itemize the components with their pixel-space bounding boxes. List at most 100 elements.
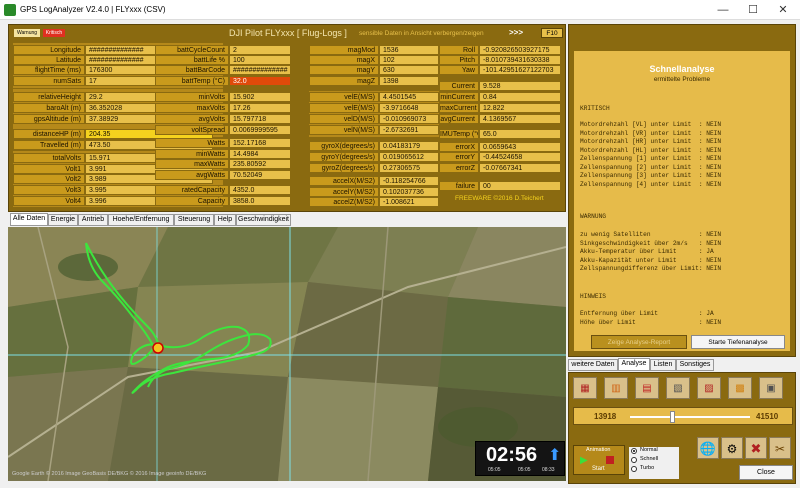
tool-export-icon[interactable]: ▨	[697, 377, 721, 399]
field-label: IMUTemp (°C)	[439, 129, 479, 139]
col3-row: gyroZ(degrees/s) 0.27306575	[309, 163, 439, 173]
field-label: maxWatts	[155, 159, 229, 169]
field-value: 00	[479, 181, 561, 191]
field-label: baroAlt (m)	[13, 103, 85, 113]
col3-row: accelY(M/S2) 0.102037736	[309, 187, 439, 197]
tab-help[interactable]: Help	[214, 214, 236, 226]
tab-analyse[interactable]: Analyse	[618, 358, 650, 371]
field-value: 3858.0	[229, 196, 291, 206]
col4-row: maxCurrent 12.822	[439, 103, 561, 113]
privacy-toggle-hint[interactable]: sensible Daten in Ansicht verbergen/zeig…	[359, 30, 484, 37]
col4-row: Yaw -101.42951627122703	[439, 65, 561, 75]
field-value: -0.44524658	[479, 152, 561, 162]
flight-data-panel: Warnung Kritisch DJI Pilot FLYxxx [ Flug…	[8, 24, 566, 212]
slider-min: 13918	[594, 412, 617, 421]
expand-arrows[interactable]: >>>	[509, 28, 523, 37]
window-title: GPS LogAnalyzer V2.4.0 | FLYxxx (CSV)	[20, 5, 166, 14]
deep-analysis-button[interactable]: Starte Tiefenanalyse	[691, 335, 785, 349]
kritisch-list: Motordrehzahl [VL] unter Limit : NEIN Mot…	[580, 121, 721, 189]
tab-energie[interactable]: Energie	[48, 214, 78, 226]
field-value: 15.797718	[229, 114, 291, 124]
field-label: velD(M/S)	[309, 114, 379, 124]
field-value: -0.010969073	[379, 114, 439, 124]
field-label: minCurrent	[439, 92, 479, 102]
field-label: velE(M/S)	[309, 92, 379, 102]
kritisch-heading: KRITISCH	[580, 105, 610, 112]
panel-title: DJI Pilot FLYxxx [ Flug-Logs ]	[229, 28, 347, 38]
close-window-button[interactable]: ✕	[768, 0, 798, 20]
col3-row: velD(M/S) -0.010969073	[309, 114, 439, 124]
tab-hoehe-entfernung[interactable]: Hoehe/Entfernung	[108, 214, 174, 226]
field-value: 0.0659643	[479, 142, 561, 152]
speed-normal-label: Normal	[640, 447, 658, 453]
tab-alle-daten[interactable]: Alle Daten	[10, 213, 48, 226]
field-label: accelY(M/S2)	[309, 187, 379, 197]
field-label: avgWatts	[155, 170, 229, 180]
tool-kamera-icon[interactable]: ▤	[635, 377, 659, 399]
field-value: -101.42951627122703	[479, 65, 561, 75]
field-label: Volt3	[13, 185, 85, 195]
tool-akkus-icon[interactable]: ▩	[728, 377, 752, 399]
col4-row: Roll -0.920826503927175	[439, 45, 561, 55]
field-label: Current	[439, 81, 479, 91]
analysis-item: Höhe über Limit : NEIN	[580, 318, 722, 326]
delete-icon[interactable]: ✖	[745, 437, 767, 459]
animation-box: Animation ▶ Start	[573, 445, 625, 475]
show-report-button[interactable]: Zeige Analyse-Report	[591, 335, 687, 349]
tool-gimbal-icon[interactable]: ▣	[759, 377, 783, 399]
tab-sonstiges[interactable]: Sonstiges	[676, 359, 714, 371]
col2-row: battCycleCount 2	[155, 45, 291, 55]
field-label: magY	[309, 65, 379, 75]
field-value: -3.9716648	[379, 103, 439, 113]
col3-row: velE(M/S) -3.9716648	[309, 103, 439, 113]
field-value: 0.84	[479, 92, 561, 102]
time-start: 05:05	[488, 467, 501, 473]
field-value: 4.4501545	[379, 92, 439, 102]
field-label: maxVolts	[155, 103, 229, 113]
field-label: Volt1	[13, 164, 85, 174]
globe-icon[interactable]: 🌐	[697, 437, 719, 459]
field-label: Longitude	[13, 45, 85, 55]
field-value: ##############	[229, 65, 291, 75]
minimize-button[interactable]: —	[708, 0, 738, 20]
animation-start[interactable]: Start	[592, 466, 605, 472]
maximize-button[interactable]: ☐	[738, 0, 768, 20]
sync-icon[interactable]: ⬆	[548, 445, 561, 465]
field-value: 2	[229, 45, 291, 55]
tool-einstellungen-icon[interactable]: ▦	[573, 377, 597, 399]
field-label: Travelled (m)	[13, 140, 85, 150]
hinweis-list: Entfernung über Limit : JA Höhe über Limi…	[580, 310, 721, 327]
analysis-item: Motordrehzahl [VL] unter Limit : NEIN	[580, 121, 722, 128]
slider-thumb[interactable]	[669, 411, 675, 423]
tool-icons: ▦ ▥ ▤ ▧ ▨ ▩ ▣	[573, 377, 793, 403]
settings-icon[interactable]: ⚙	[721, 437, 743, 459]
col4-row: errorZ -0.07667341	[439, 163, 561, 173]
field-label: Volt2	[13, 174, 85, 184]
range-slider[interactable]: 13918 41510	[573, 407, 793, 425]
field-value: 65.0	[479, 129, 561, 139]
tab-antrieb[interactable]: Antrieb	[78, 214, 108, 226]
play-icon[interactable]: ▶	[580, 455, 588, 466]
col2-row: voltSpread 0.0069999595	[155, 125, 291, 135]
field-value: -1.008621	[379, 197, 439, 207]
tool-bericht-icon[interactable]: ▧	[666, 377, 690, 399]
tool-speichern-icon[interactable]: ▥	[604, 377, 628, 399]
field-label: Yaw	[439, 65, 479, 75]
tools-icon[interactable]: ✂	[769, 437, 791, 459]
satellite-map[interactable]: Google Earth © 2016 Image GeoBasis DE/BK…	[8, 227, 566, 481]
f10-button[interactable]: F10	[541, 28, 563, 38]
col3-row: gyroX(degrees/s) 0.04183179	[309, 141, 439, 151]
analysis-item: Akku-Kapazität unter Limit : NEIN	[580, 256, 722, 264]
stop-icon[interactable]	[606, 456, 614, 464]
close-button[interactable]: Close	[739, 465, 793, 480]
field-label: numSats	[13, 76, 85, 86]
tab-listen[interactable]: Listen	[650, 359, 676, 371]
tab-steuerung[interactable]: Steuerung	[174, 214, 214, 226]
tab-geschwindigkeit[interactable]: Geschwindigkeit	[236, 214, 291, 226]
tab-weitere-daten[interactable]: weitere Daten	[568, 359, 618, 371]
col2-row: maxWatts 235.80592	[155, 159, 291, 169]
freeware-note: FREEWARE ©2016 D.Teichert	[455, 195, 544, 202]
field-value: -2.6732691	[379, 125, 439, 135]
tool-area: ▦ ▥ ▤ ▧ ▨ ▩ ▣ 13918 41510 Animation ▶ Start No…	[568, 372, 796, 484]
speed-schnell-label: Schnell	[640, 456, 659, 462]
